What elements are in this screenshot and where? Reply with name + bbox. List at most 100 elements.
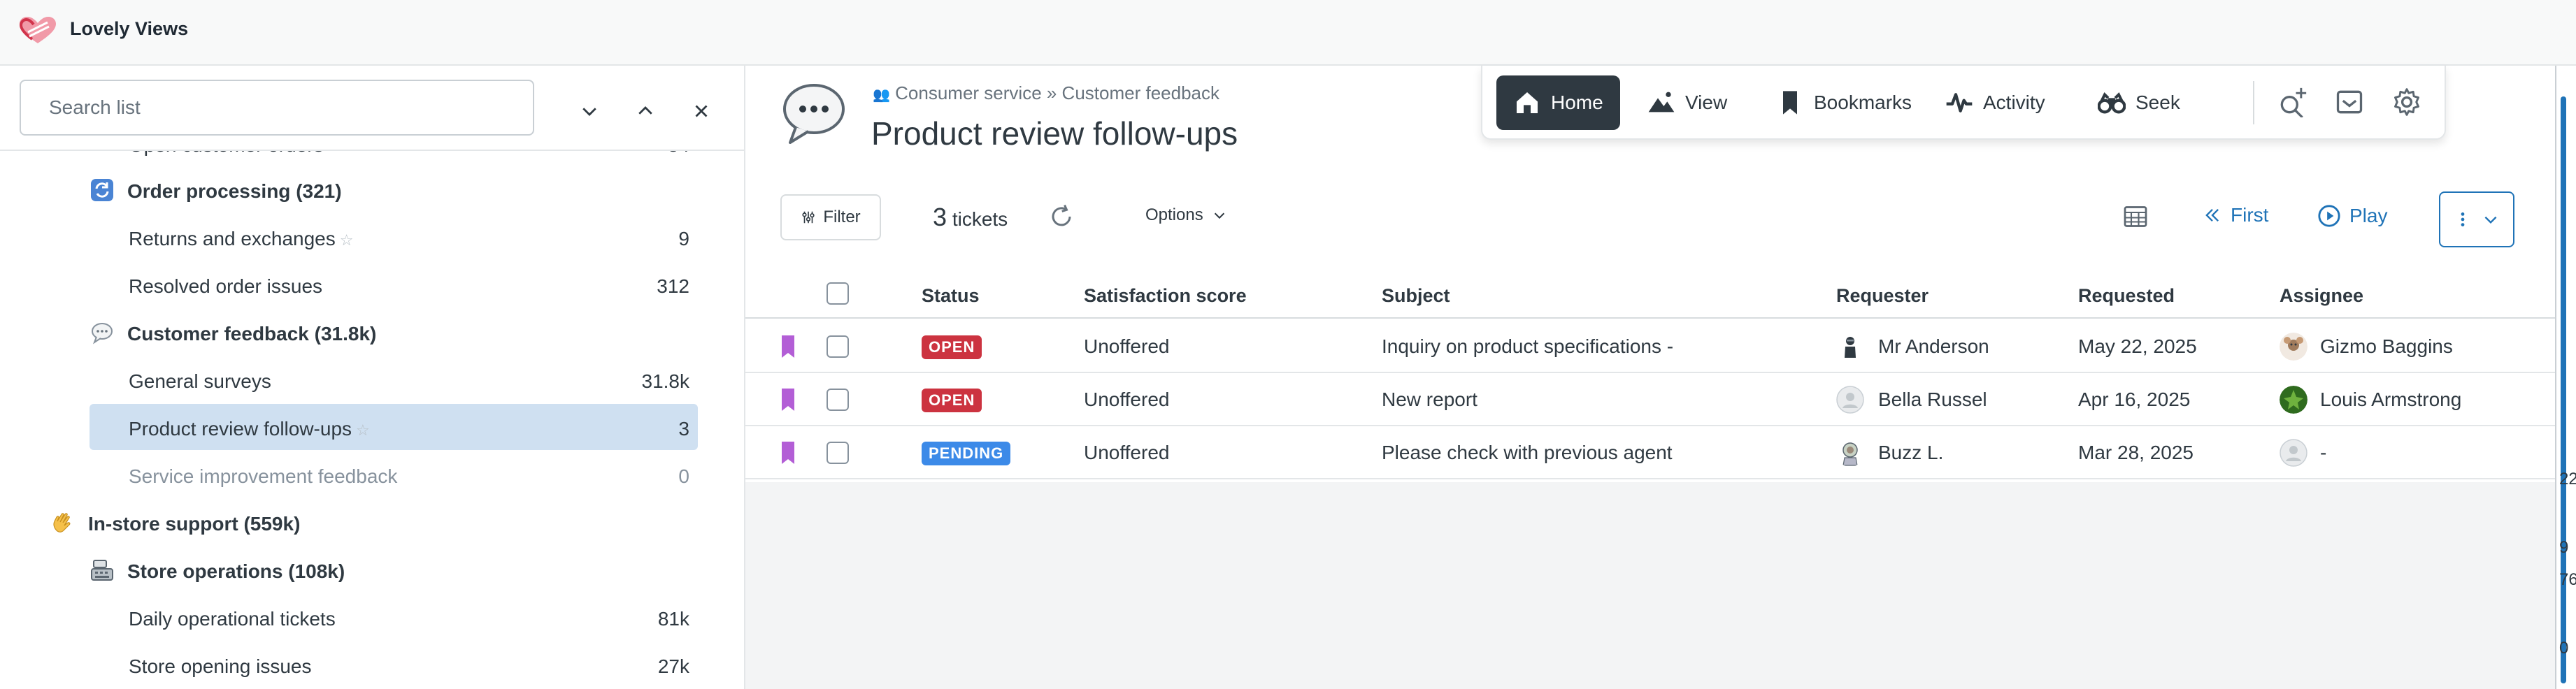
tree-item-count: 3 [678, 418, 689, 440]
chevron-down-icon [582, 108, 596, 116]
pulse-icon [1946, 93, 1973, 113]
requested-cell: Apr 16, 2025 [2078, 389, 2191, 410]
side-panel-edge[interactable]: 22 9 76 0 [2555, 66, 2576, 689]
tree-group-label: In-store support [88, 513, 238, 535]
tree-item-open-customer-orders[interactable]: Open customer orders 84 [0, 151, 744, 168]
column-header-requested[interactable]: Requested [2078, 285, 2175, 307]
table-layout-icon[interactable] [2123, 204, 2148, 229]
subject-cell[interactable]: Please check with previous agent [1382, 442, 1673, 464]
tree-item-label: General surveys [129, 370, 271, 392]
default-avatar-icon [1836, 386, 1864, 414]
inbox-icon[interactable] [2334, 87, 2365, 117]
tree-item-resolved-order-issues[interactable]: Resolved order issues 312 [0, 261, 744, 309]
tree-item-count: 27k [657, 655, 689, 677]
first-button[interactable]: First [2203, 204, 2268, 226]
play-button[interactable]: Play [2317, 204, 2387, 228]
clear-search-button[interactable] [684, 94, 719, 129]
tree-group-count: (559k) [243, 513, 301, 535]
satisfaction-cell: Unoffered [1084, 335, 1170, 357]
binoculars-icon [2098, 92, 2126, 114]
table-row[interactable]: PENDING Unoffered Please check with prev… [745, 426, 2576, 479]
edge-number: 22 [2559, 470, 2576, 488]
table-row[interactable]: OPEN Unoffered New report Bella Russel A… [745, 373, 2576, 426]
chevron-down-icon [2484, 216, 2497, 224]
assignee-cell: - [2320, 442, 2327, 463]
nav-home[interactable]: Home [1496, 75, 1620, 130]
tree-item-label: Service improvement feedback [129, 465, 398, 487]
row-checkbox[interactable] [827, 335, 849, 358]
tree-item-count: 9 [678, 228, 689, 249]
ticket-count-number: 3 [933, 203, 947, 231]
column-header-assignee[interactable]: Assignee [2280, 285, 2363, 307]
bookmark-icon[interactable] [779, 387, 797, 412]
nav-seek[interactable]: Seek [2098, 75, 2180, 130]
tree-item-count: 0 [678, 465, 689, 487]
star-icon[interactable]: ☆ [340, 231, 354, 249]
tree-item-count: 84 [668, 151, 689, 157]
assignee-cell[interactable]: Gizmo Baggins [2320, 335, 2453, 358]
more-actions-button[interactable] [2439, 191, 2514, 247]
floating-nav: Home View Bookmarks Activity Seek [1481, 66, 2446, 140]
gear-icon[interactable] [2391, 87, 2422, 117]
search-input[interactable] [21, 81, 533, 134]
tree-item-label: Store opening issues [129, 655, 312, 677]
row-checkbox[interactable] [827, 389, 849, 411]
bookmark-icon [1783, 91, 1797, 115]
assignee-cell[interactable]: Louis Armstrong [2320, 389, 2461, 411]
breadcrumb-text: Consumer service » Customer feedback [895, 82, 1220, 103]
view-tree: Open customer orders 84 Order processing… [0, 151, 744, 689]
table-header: Status Satisfaction score Subject Reques… [745, 268, 2576, 319]
table-row[interactable]: OPEN Unoffered Inquiry on product specif… [745, 320, 2576, 373]
star-icon[interactable]: ☆ [356, 421, 370, 439]
chevron-down-icon [1214, 212, 1224, 219]
tree-group-in-store-support[interactable]: In-store support (559k) [0, 499, 744, 546]
tree-item-product-review-follow-ups[interactable]: Product review follow-ups ☆ 3 [0, 404, 744, 451]
previous-result-button[interactable] [628, 94, 663, 129]
status-badge: OPEN [922, 335, 982, 359]
nav-bookmarks[interactable]: Bookmarks [1776, 75, 1912, 130]
satisfaction-cell: Unoffered [1084, 389, 1170, 410]
subject-cell[interactable]: Inquiry on product specifications - [1382, 335, 1673, 358]
tree-item-daily-operational-tickets[interactable]: Daily operational tickets 81k [0, 594, 744, 641]
tree-group-store-operations[interactable]: Store operations (108k) [0, 546, 744, 594]
tree-item-service-improvement-feedback[interactable]: Service improvement feedback 0 [0, 451, 744, 499]
column-header-status[interactable]: Status [922, 285, 980, 307]
nav-separator [2253, 81, 2254, 124]
tree-group-count: (31.8k) [314, 323, 377, 344]
requester-cell[interactable]: Bella Russel [1878, 389, 1987, 411]
requester-cell[interactable]: Mr Anderson [1878, 335, 1989, 358]
bookmark-icon[interactable] [779, 440, 797, 465]
filter-label: Filter [823, 208, 861, 226]
search-add-icon[interactable] [2277, 87, 2307, 117]
column-header-requester[interactable]: Requester [1836, 285, 1929, 307]
avatar [1836, 333, 1864, 361]
filter-button[interactable]: Filter [780, 194, 881, 240]
requested-cell: Mar 28, 2025 [2078, 442, 2194, 463]
column-header-subject[interactable]: Subject [1382, 285, 1450, 307]
tree-item-returns-and-exchanges[interactable]: Returns and exchanges ☆ 9 [0, 214, 744, 261]
tree-group-customer-feedback[interactable]: Customer feedback (31.8k) [0, 309, 744, 356]
table-empty-area [745, 482, 2576, 689]
next-result-button[interactable] [572, 94, 607, 129]
subject-cell[interactable]: New report [1382, 389, 1477, 411]
bookmark-icon[interactable] [779, 334, 797, 359]
mountain-icon [1648, 92, 1675, 113]
options-label: Options [1145, 205, 1203, 224]
column-header-satisfaction[interactable]: Satisfaction score [1084, 285, 1247, 307]
nav-activity[interactable]: Activity [1945, 75, 2045, 130]
tree-group-label: Store operations [127, 560, 283, 582]
avatar [2280, 333, 2307, 361]
home-icon [1517, 92, 1538, 113]
options-button[interactable]: Options [1145, 205, 1227, 225]
refresh-icon[interactable] [1049, 204, 1074, 229]
tree-item-general-surveys[interactable]: General surveys 31.8k [0, 356, 744, 404]
nav-view[interactable]: View [1647, 75, 1727, 130]
tree-group-order-processing[interactable]: Order processing (321) [0, 166, 744, 214]
row-checkbox[interactable] [827, 442, 849, 464]
select-all-checkbox[interactable] [827, 282, 849, 305]
tree-item-store-opening-issues[interactable]: Store opening issues 27k [0, 641, 744, 689]
requester-cell[interactable]: Buzz L. [1878, 442, 1943, 464]
panel-accent-strip [2561, 96, 2566, 683]
nav-label: Activity [1983, 92, 2045, 113]
breadcrumb[interactable]: 👥 Consumer service » Customer feedback [873, 82, 1219, 104]
